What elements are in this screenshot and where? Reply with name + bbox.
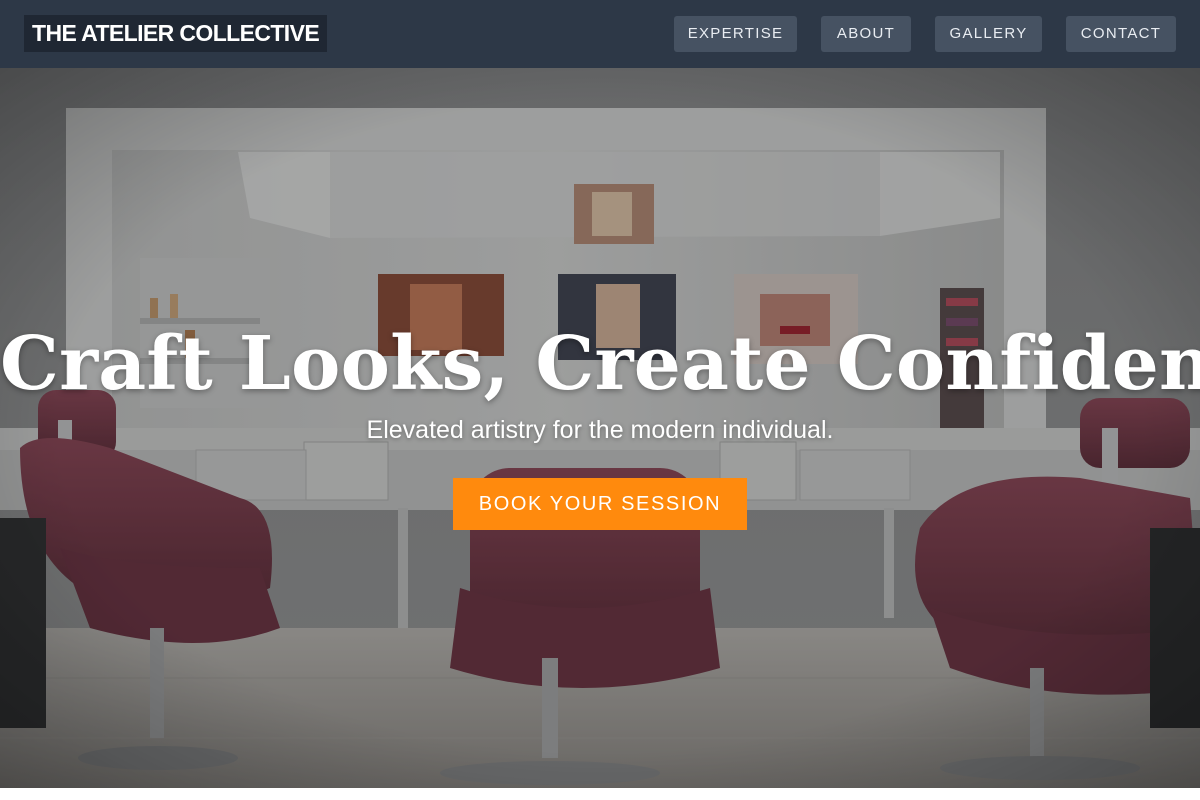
book-session-button[interactable]: BOOK YOUR SESSION [453,478,747,530]
page-bottom-edge [0,788,1200,800]
nav-link-contact[interactable]: CONTACT [1066,16,1176,52]
nav-link-about[interactable]: ABOUT [821,16,911,52]
page: THE ATELIER COLLECTIVE EXPERTISE ABOUT G… [0,0,1200,800]
hero-title: Craft Looks, Create Confidence. [0,321,1200,407]
hero-subtitle: Elevated artistry for the modern individ… [366,416,834,444]
hero-section: Craft Looks, Create Confidence. Elevated… [0,68,1200,788]
nav-link-gallery[interactable]: GALLERY [935,16,1042,52]
top-navigation-bar: THE ATELIER COLLECTIVE EXPERTISE ABOUT G… [0,0,1200,68]
brand-logo[interactable]: THE ATELIER COLLECTIVE [24,15,328,52]
nav-link-expertise[interactable]: EXPERTISE [674,16,797,52]
